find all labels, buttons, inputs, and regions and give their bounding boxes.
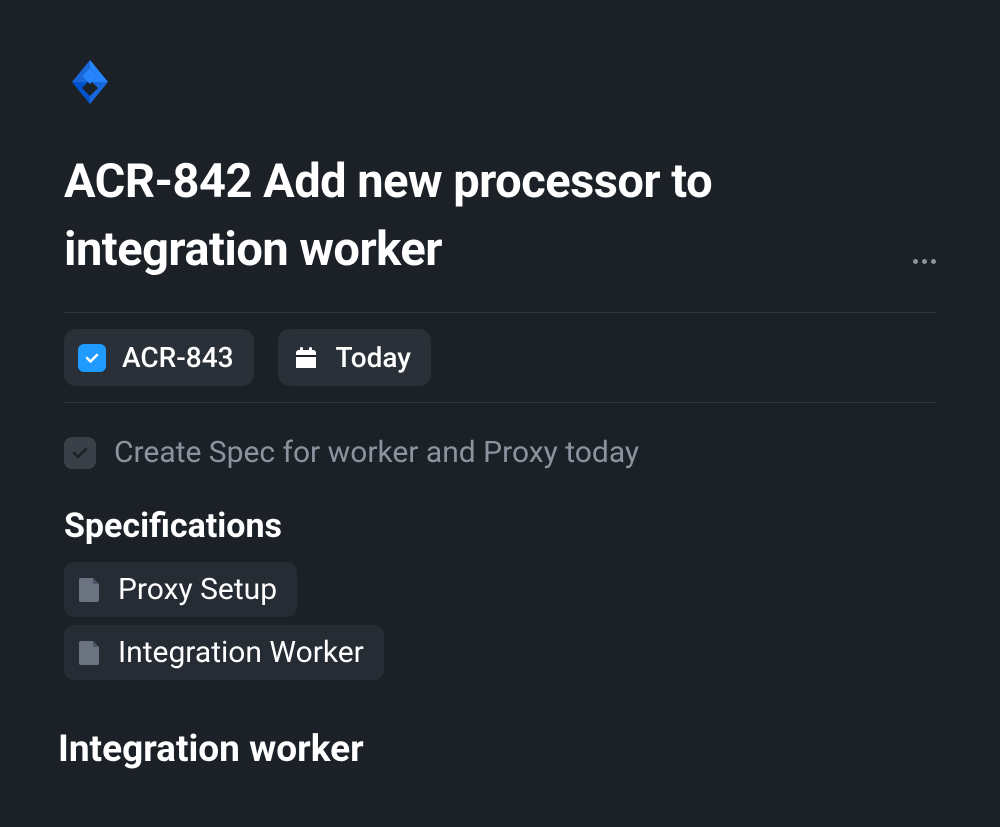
- calendar-icon: [292, 344, 320, 372]
- issue-chip-label: ACR-843: [122, 341, 234, 374]
- issue-chip[interactable]: ACR-843: [64, 329, 254, 386]
- date-chip-label: Today: [336, 341, 411, 374]
- more-options-icon[interactable]: [913, 259, 936, 264]
- todo-item[interactable]: Create Spec for worker and Proxy today: [64, 435, 936, 470]
- spec-item[interactable]: Integration Worker: [64, 625, 384, 680]
- divider: [64, 402, 936, 403]
- spec-list: Proxy Setup Integration Worker: [64, 562, 936, 680]
- jira-logo-icon: [64, 56, 936, 112]
- spec-item[interactable]: Proxy Setup: [64, 562, 297, 617]
- document-icon: [78, 576, 102, 604]
- checkbox-checked-icon: [78, 344, 106, 372]
- section-heading: Integration worker: [58, 728, 936, 771]
- page-title: ACR-842 Add new processor to integration…: [64, 148, 889, 284]
- specifications-heading: Specifications: [64, 506, 936, 546]
- divider: [64, 312, 936, 313]
- spec-item-label: Proxy Setup: [118, 572, 277, 607]
- date-chip[interactable]: Today: [278, 329, 431, 386]
- document-icon: [78, 639, 102, 667]
- todo-text: Create Spec for worker and Proxy today: [114, 435, 639, 470]
- checkbox-checked-icon[interactable]: [64, 437, 96, 469]
- spec-item-label: Integration Worker: [118, 635, 364, 670]
